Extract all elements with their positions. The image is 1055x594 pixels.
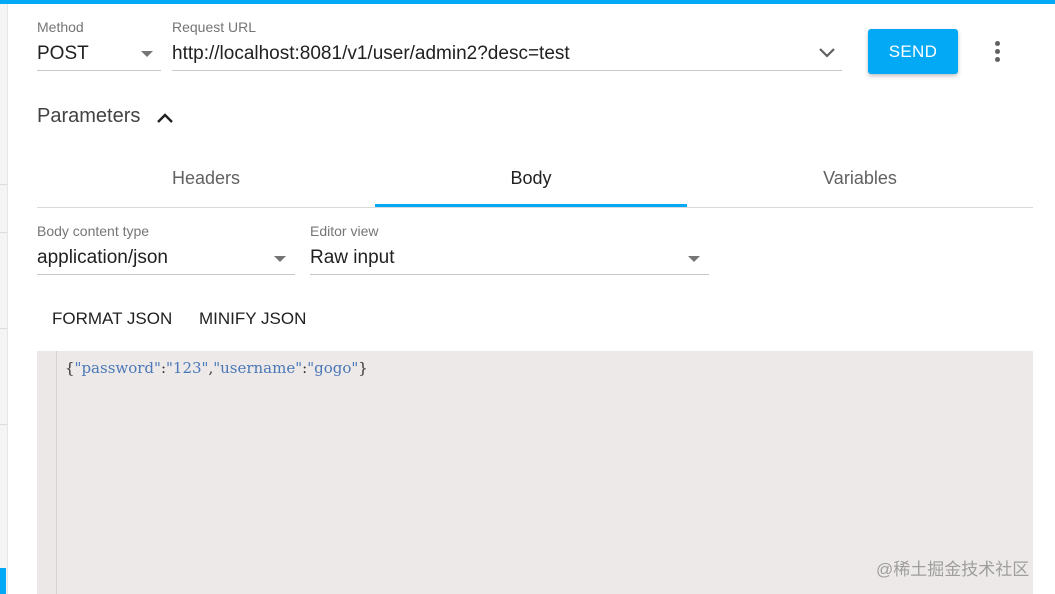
editor-view-value[interactable]: Raw input xyxy=(310,247,395,269)
method-underline xyxy=(37,70,161,71)
editor-view-underline xyxy=(310,274,709,275)
content-type-value[interactable]: application/json xyxy=(37,247,168,269)
caret-down-icon[interactable] xyxy=(274,256,286,262)
left-panel-accent xyxy=(0,568,6,594)
active-tab-indicator xyxy=(375,204,687,207)
more-vert-icon[interactable] xyxy=(988,36,1008,66)
url-label: Request URL xyxy=(172,19,257,35)
tab-body[interactable]: Body xyxy=(375,150,687,206)
format-json-button[interactable]: FORMAT JSON xyxy=(52,304,172,334)
send-button[interactable]: SEND xyxy=(868,29,958,74)
left-panel-edge xyxy=(0,4,8,594)
json-code-line[interactable]: {"password":"123","username":"gogo"} xyxy=(65,359,368,377)
tab-headers[interactable]: Headers xyxy=(37,150,375,206)
content-type-label: Body content type xyxy=(37,223,150,239)
chevron-down-icon[interactable] xyxy=(818,46,836,60)
method-label: Method xyxy=(37,19,84,35)
content-type-underline xyxy=(37,274,295,275)
url-underline xyxy=(172,70,842,71)
tab-variables[interactable]: Variables xyxy=(687,150,1033,206)
editor-gutter xyxy=(37,351,57,594)
parameters-tabs: Headers Body Variables xyxy=(37,150,1033,208)
caret-down-icon[interactable] xyxy=(688,256,700,262)
method-value[interactable]: POST xyxy=(37,43,89,65)
chevron-up-icon[interactable] xyxy=(154,108,176,128)
caret-down-icon[interactable] xyxy=(141,51,153,57)
url-input[interactable]: http://localhost:8081/v1/user/admin2?des… xyxy=(172,43,570,65)
minify-json-button[interactable]: MINIFY JSON xyxy=(199,304,306,334)
top-accent-bar xyxy=(0,0,1055,4)
editor-view-label: Editor view xyxy=(310,223,379,239)
parameters-title: Parameters xyxy=(37,105,141,127)
watermark-text: @稀土掘金技术社区 xyxy=(876,560,1030,579)
